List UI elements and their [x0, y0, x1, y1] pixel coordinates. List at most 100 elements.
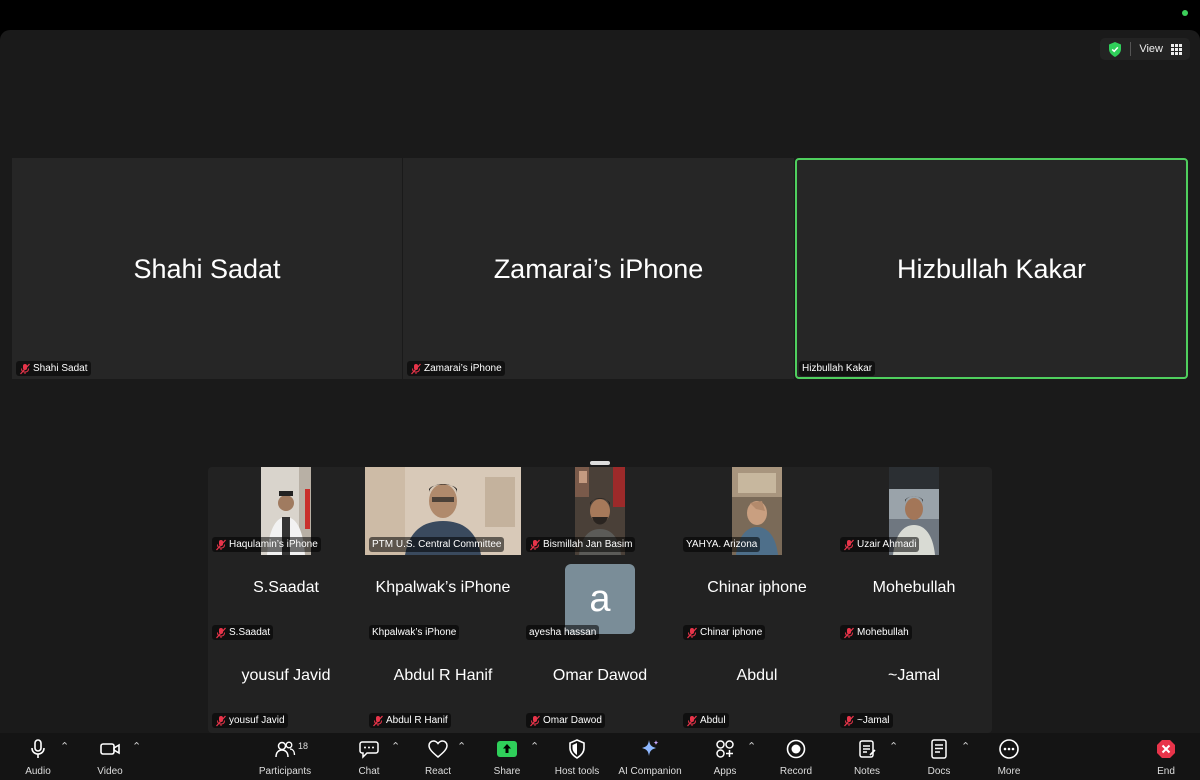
- status-dot: [1182, 10, 1188, 16]
- chat-bubble-icon: [359, 741, 379, 759]
- notes-label: Notes: [853, 766, 881, 777]
- mic-muted-icon: [216, 715, 226, 726]
- participant-tile[interactable]: Haqulamin’s iPhone: [208, 467, 364, 555]
- shield-icon: [569, 739, 585, 759]
- notes-icon: [859, 740, 876, 758]
- heart-icon: [428, 740, 448, 758]
- gallery-drag-handle[interactable]: [590, 461, 610, 465]
- participant-label-text: Uzair Ahmadi: [857, 539, 917, 550]
- participant-gallery: Haqulamin’s iPhone PTM U.S. Central Comm…: [208, 467, 992, 733]
- participant-tile[interactable]: Uzair Ahmadi: [836, 467, 992, 555]
- participant-tile[interactable]: Abdul R Hanif Abdul R Hanif: [365, 643, 521, 731]
- participant-tile-large-active-speaker[interactable]: Hizbullah Kakar Hizbullah Kakar: [795, 158, 1188, 379]
- host-tools-button[interactable]: Host tools: [537, 738, 617, 777]
- more-dots-icon: [999, 739, 1019, 759]
- docs-label: Docs: [927, 766, 951, 777]
- share-screen-icon: [497, 741, 517, 757]
- participant-name-center: yousuf Javid: [241, 667, 331, 684]
- apps-options-chevron-icon[interactable]: ⌃: [747, 740, 756, 753]
- participant-tile[interactable]: Abdul Abdul: [679, 643, 835, 731]
- chat-label: Chat: [358, 766, 380, 777]
- participant-tile[interactable]: ayesha hassan: [522, 555, 678, 643]
- notes-options-chevron-icon[interactable]: ⌃: [889, 740, 898, 753]
- participant-label: Hizbullah Kakar: [799, 361, 876, 376]
- participant-label-text: ~Jamal: [857, 715, 890, 726]
- participant-tile[interactable]: PTM U.S. Central Committee: [365, 467, 521, 555]
- participant-tile-large[interactable]: Shahi Sadat Shahi Sadat: [12, 158, 402, 379]
- participants-count: 18: [298, 741, 309, 751]
- participant-tile[interactable]: ~Jamal ~Jamal: [836, 643, 992, 731]
- participant-name-center: Shahi Sadat: [133, 254, 281, 284]
- mic-muted-icon: [373, 715, 383, 726]
- mic-muted-icon: [687, 715, 697, 726]
- participant-label: Zamarai’s iPhone: [407, 361, 505, 376]
- view-button[interactable]: View: [1100, 38, 1190, 60]
- participant-tile-large[interactable]: Zamarai’s iPhone Zamarai’s iPhone: [403, 158, 794, 379]
- participant-name-center: S.Saadat: [253, 579, 319, 596]
- participant-label-text: Chinar iphone: [700, 627, 763, 638]
- apps-icon: [716, 740, 734, 758]
- participant-label-text: Haqulamin’s iPhone: [229, 539, 318, 550]
- participant-name-center: Omar Dawod: [552, 667, 648, 684]
- sparkle-icon: [642, 740, 659, 756]
- participant-label-text: Abdul: [700, 715, 726, 726]
- mic-muted-icon: [687, 627, 697, 638]
- participant-name-center: Abdul: [736, 667, 778, 684]
- divider: [1130, 42, 1132, 56]
- participant-label: Mohebullah: [840, 625, 912, 640]
- participant-name-center: Mohebullah: [872, 579, 956, 596]
- mic-muted-icon: [844, 627, 854, 638]
- react-options-chevron-icon[interactable]: ⌃: [457, 740, 466, 753]
- ai-companion-button[interactable]: AI Companion: [610, 738, 690, 777]
- participant-label: Uzair Ahmadi: [840, 537, 920, 552]
- audio-label: Audio: [25, 766, 51, 777]
- participant-name-center: Hizbullah Kakar: [896, 254, 1087, 284]
- participant-tile[interactable]: Omar Dawod Omar Dawod: [522, 643, 678, 731]
- participant-label: yousuf Javid: [212, 713, 288, 728]
- record-icon: [786, 739, 806, 759]
- end-meeting-button[interactable]: End: [1126, 738, 1200, 777]
- participant-label: ~Jamal: [840, 713, 893, 728]
- participant-label-text: Khpalwak’s iPhone: [372, 627, 457, 638]
- participant-label-text: Mohebullah: [857, 627, 909, 638]
- participant-label: Chinar iphone: [683, 625, 766, 640]
- apps-label: Apps: [713, 766, 737, 777]
- participants-label: Participants: [258, 766, 312, 777]
- mic-muted-icon: [20, 363, 30, 374]
- participant-tile[interactable]: Chinar iphone Chinar iphone: [679, 555, 835, 643]
- docs-icon: [931, 739, 947, 759]
- mic-muted-icon: [530, 715, 540, 726]
- participant-label-text: Zamarai’s iPhone: [424, 363, 502, 374]
- participant-tile[interactable]: YAHYA. Arizona: [679, 467, 835, 555]
- mic-muted-icon: [844, 715, 854, 726]
- participant-label: Shahi Sadat: [16, 361, 91, 376]
- record-button[interactable]: Record: [756, 738, 836, 777]
- audio-options-chevron-icon[interactable]: ⌃: [60, 740, 69, 753]
- participant-label-text: S.Saadat: [229, 627, 271, 638]
- participant-label: Abdul: [683, 713, 729, 728]
- participant-label-text: Abdul R Hanif: [386, 715, 448, 726]
- participant-tile[interactable]: Khpalwak’s iPhone Khpalwak’s iPhone: [365, 555, 521, 643]
- participant-name-center: ~Jamal: [887, 667, 941, 684]
- participant-name-center: Abdul R Hanif: [393, 667, 493, 684]
- more-label: More: [997, 766, 1021, 777]
- record-label: Record: [779, 766, 813, 777]
- participant-name-center: Khpalwak’s iPhone: [375, 579, 511, 596]
- participant-label-text: YAHYA. Arizona: [686, 539, 758, 550]
- participant-label: Haqulamin’s iPhone: [212, 537, 321, 552]
- participant-label: Bismillah Jan Basim: [526, 537, 636, 552]
- participant-label: YAHYA. Arizona: [683, 537, 761, 552]
- video-options-chevron-icon[interactable]: ⌃: [132, 740, 141, 753]
- mic-muted-icon: [411, 363, 421, 374]
- participant-tile[interactable]: Bismillah Jan Basim: [522, 467, 678, 555]
- participant-tile[interactable]: S.Saadat S.Saadat: [208, 555, 364, 643]
- end-x-icon: [1157, 740, 1175, 758]
- mic-muted-icon: [530, 539, 540, 550]
- participant-tile[interactable]: Mohebullah Mohebullah: [836, 555, 992, 643]
- end-label: End: [1157, 766, 1175, 777]
- more-button[interactable]: More: [969, 738, 1049, 777]
- participants-button[interactable]: Participants: [245, 738, 325, 777]
- participant-tile[interactable]: yousuf Javid yousuf Javid: [208, 643, 364, 731]
- mic-muted-icon: [216, 627, 226, 638]
- mic-muted-icon: [844, 539, 854, 550]
